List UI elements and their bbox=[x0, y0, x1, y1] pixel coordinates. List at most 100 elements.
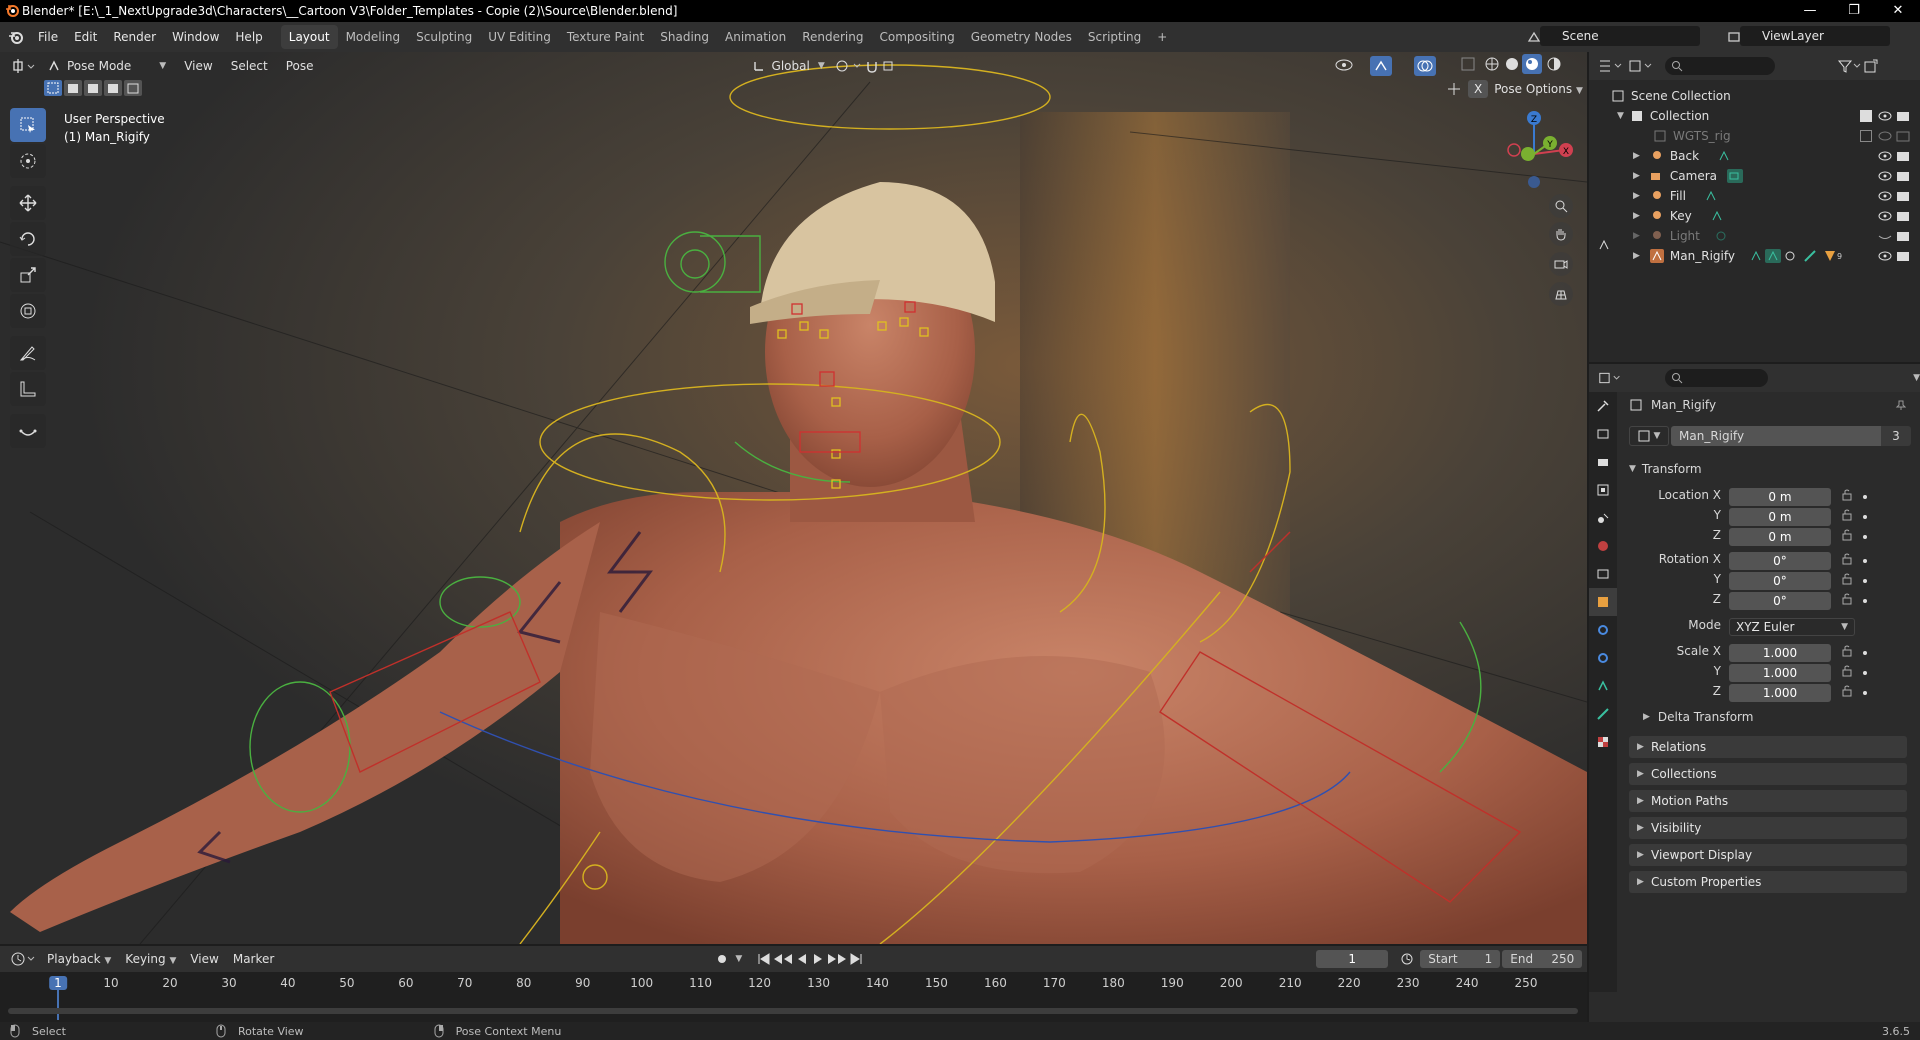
tab-compositing[interactable]: Compositing bbox=[871, 25, 962, 49]
armature-filter-icon[interactable] bbox=[1597, 238, 1611, 252]
menu-playback[interactable]: Playback ▼ bbox=[40, 952, 118, 966]
jump-start-icon[interactable] bbox=[756, 952, 772, 966]
tab-physics[interactable] bbox=[1589, 644, 1617, 672]
record-icon[interactable] bbox=[715, 952, 729, 966]
shading-wireframe-icon[interactable] bbox=[1484, 56, 1500, 72]
scale-z-field[interactable]: 1.000 bbox=[1729, 684, 1831, 702]
panel-collections[interactable]: ▶ Collections bbox=[1629, 763, 1907, 785]
camera-render-icon[interactable] bbox=[1896, 130, 1910, 142]
close-button[interactable]: ✕ bbox=[1876, 0, 1920, 22]
menu-marker[interactable]: Marker bbox=[226, 952, 281, 966]
measure-tool[interactable] bbox=[10, 372, 46, 406]
ortho-toggle-button[interactable] bbox=[1549, 282, 1573, 306]
pan-view-button[interactable] bbox=[1549, 222, 1573, 246]
blender-menu-icon[interactable] bbox=[8, 29, 24, 45]
chevron-down-icon[interactable]: ▼ bbox=[735, 954, 742, 964]
outliner-row-fill[interactable]: ▶ Fill bbox=[1589, 186, 1920, 206]
tab-shading[interactable]: Shading bbox=[652, 25, 717, 49]
camera-view-button[interactable] bbox=[1549, 252, 1573, 276]
tab-texture-paint[interactable]: Texture Paint bbox=[559, 25, 652, 49]
eye-icon[interactable] bbox=[1878, 110, 1892, 122]
tab-layout[interactable]: Layout bbox=[280, 25, 338, 49]
display-mode-icon[interactable] bbox=[1627, 58, 1657, 74]
object-name-field[interactable]: Man_Rigify bbox=[1671, 426, 1881, 446]
camera-render-icon[interactable] bbox=[1896, 250, 1910, 262]
location-y-field[interactable]: 0 m bbox=[1729, 508, 1831, 526]
overlay-toggle-icon[interactable] bbox=[1414, 56, 1436, 76]
3d-viewport[interactable] bbox=[0, 52, 1587, 944]
scene-selector[interactable]: Scene bbox=[1540, 26, 1700, 46]
new-collection-icon[interactable] bbox=[1863, 58, 1879, 74]
camera-render-icon[interactable] bbox=[1896, 150, 1910, 162]
cursor-tool[interactable] bbox=[10, 144, 46, 178]
rotation-mode-select[interactable]: XYZ Euler ▼ bbox=[1729, 618, 1855, 636]
select-extend-icon[interactable] bbox=[64, 80, 82, 96]
current-frame-field[interactable]: 1 bbox=[1316, 950, 1389, 968]
scale-x-field[interactable]: 1.000 bbox=[1729, 644, 1831, 662]
pin-icon[interactable] bbox=[1895, 399, 1907, 411]
transform-panel-header[interactable]: ▼ Transform bbox=[1629, 458, 1917, 480]
mode-selector[interactable]: Pose Mode ▼ bbox=[38, 59, 175, 73]
menu-keying[interactable]: Keying ▼ bbox=[118, 952, 183, 966]
play-icon[interactable] bbox=[810, 952, 826, 966]
pose-options-dropdown[interactable]: Pose Options ▼ bbox=[1494, 82, 1583, 96]
filter-icon[interactable] bbox=[1837, 58, 1863, 74]
menu-select[interactable]: Select bbox=[222, 59, 277, 73]
menu-pose[interactable]: Pose bbox=[277, 59, 323, 73]
expand-icon[interactable]: ▶ bbox=[1633, 191, 1640, 201]
tab-tool[interactable] bbox=[1589, 392, 1617, 420]
properties-search-input[interactable] bbox=[1665, 369, 1769, 387]
panel-relations[interactable]: ▶ Relations bbox=[1629, 736, 1907, 758]
tab-world[interactable] bbox=[1589, 532, 1617, 560]
menu-view[interactable]: View bbox=[183, 952, 225, 966]
gizmo-toggle-icon[interactable] bbox=[1370, 56, 1392, 76]
exclude-checkbox[interactable] bbox=[1860, 130, 1872, 142]
tab-output[interactable] bbox=[1589, 448, 1617, 476]
outliner-row-man-rigify[interactable]: ▶ Man_Rigify 9 bbox=[1589, 246, 1920, 266]
zoom-view-button[interactable] bbox=[1549, 194, 1573, 218]
scale-y-field[interactable]: 1.000 bbox=[1729, 664, 1831, 682]
location-x-field[interactable]: 0 m bbox=[1729, 488, 1831, 506]
rotation-z-field[interactable]: 0° bbox=[1729, 592, 1831, 610]
expand-icon[interactable]: ▼ bbox=[1617, 111, 1624, 121]
menu-view[interactable]: View bbox=[175, 59, 221, 73]
relax-pose-tool[interactable] bbox=[10, 414, 46, 448]
camera-render-icon[interactable] bbox=[1896, 190, 1910, 202]
outliner-row-camera[interactable]: ▶ Camera bbox=[1589, 166, 1920, 186]
object-browse-button[interactable]: ▼ bbox=[1629, 426, 1669, 446]
xray-icon[interactable] bbox=[1460, 56, 1476, 72]
tab-modeling[interactable]: Modeling bbox=[338, 25, 409, 49]
preview-range-icon[interactable] bbox=[1400, 952, 1414, 966]
expand-icon[interactable]: ▶ bbox=[1633, 251, 1640, 261]
eye-icon[interactable] bbox=[1878, 190, 1892, 202]
tab-texture[interactable] bbox=[1589, 728, 1617, 756]
transform-affect-icon[interactable] bbox=[1446, 81, 1462, 97]
outliner-row-scene-collection[interactable]: Scene Collection bbox=[1589, 86, 1920, 106]
camera-render-icon[interactable] bbox=[1896, 230, 1910, 242]
playhead[interactable] bbox=[57, 990, 59, 1020]
location-z-field[interactable]: 0 m bbox=[1729, 528, 1831, 546]
outliner-row-back[interactable]: ▶ Back bbox=[1589, 146, 1920, 166]
outliner-editor-icon[interactable] bbox=[1597, 58, 1627, 74]
tab-uv-editing[interactable]: UV Editing bbox=[480, 25, 559, 49]
tab-rendering[interactable]: Rendering bbox=[794, 25, 871, 49]
chevron-down-icon[interactable]: ▼ bbox=[1913, 373, 1920, 383]
rotation-x-field[interactable]: 0° bbox=[1729, 552, 1831, 570]
panel-viewport-display[interactable]: ▶ Viewport Display bbox=[1629, 844, 1907, 866]
users-count[interactable]: 3 bbox=[1881, 426, 1911, 446]
properties-editor-icon[interactable] bbox=[1597, 370, 1625, 386]
move-tool[interactable] bbox=[10, 186, 46, 220]
eye-icon[interactable] bbox=[1878, 210, 1892, 222]
shading-solid-icon[interactable] bbox=[1504, 56, 1520, 72]
navigation-gizmo[interactable]: Z Y X bbox=[1490, 106, 1580, 196]
camera-render-icon[interactable] bbox=[1896, 210, 1910, 222]
shading-rendered-icon[interactable] bbox=[1546, 56, 1562, 72]
tab-modifiers[interactable] bbox=[1589, 616, 1617, 644]
eye-icon[interactable] bbox=[1878, 250, 1892, 262]
transform-orientation-selector[interactable]: Global ▼ bbox=[743, 59, 834, 73]
tab-scripting[interactable]: Scripting bbox=[1080, 25, 1149, 49]
jump-keyframe-forward-icon[interactable] bbox=[826, 952, 848, 966]
camera-render-icon[interactable] bbox=[1896, 110, 1910, 122]
visibility-icon[interactable] bbox=[1334, 57, 1354, 73]
shading-material-icon[interactable] bbox=[1522, 54, 1542, 74]
